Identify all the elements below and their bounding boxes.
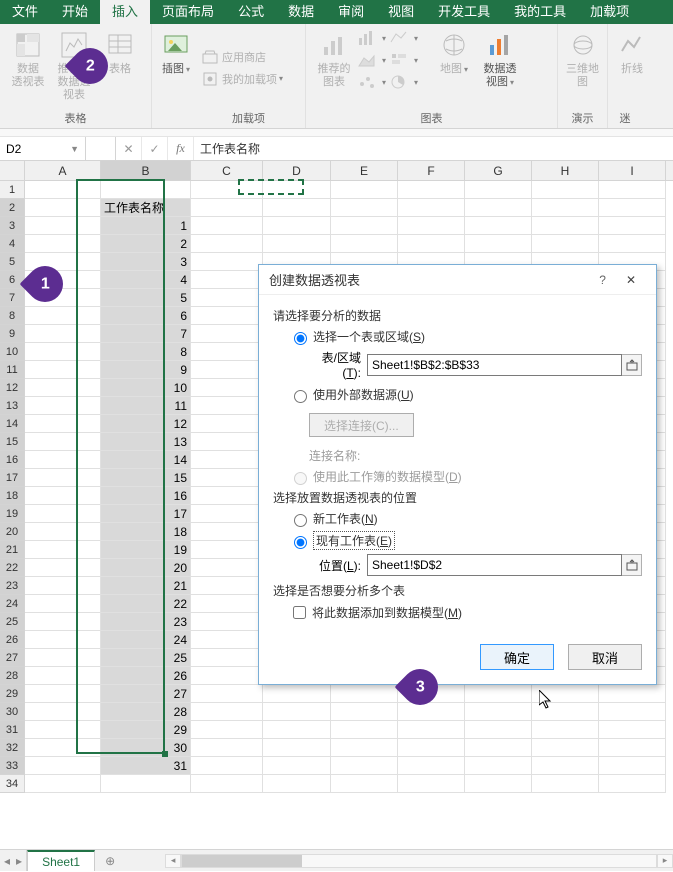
location-picker-icon[interactable]	[622, 554, 642, 576]
pivot-table-button[interactable]: 数据 透视表	[6, 27, 50, 108]
connection-name-label: 连接名称:	[309, 447, 642, 464]
radio-external[interactable]: 使用外部数据源(U)	[289, 386, 642, 403]
tab-addins[interactable]: 加载项	[578, 0, 641, 24]
3dmap-icon	[567, 29, 599, 61]
rec-chart-button[interactable]: 推荐的 图表	[312, 27, 356, 108]
illustrations-icon	[160, 29, 192, 61]
store-button[interactable]: 应用商店	[198, 46, 287, 68]
sheet-tab-bar: ◂▸ Sheet1 ⊕ ◂▸	[0, 849, 673, 871]
maps-icon	[438, 29, 470, 61]
cancel-formula-icon[interactable]: ✕	[116, 137, 142, 160]
tab-data[interactable]: 数据	[276, 0, 326, 24]
group-spark-label: 迷	[614, 108, 636, 128]
radio-datamodel: 使用此工作簿的数据模型(D)	[289, 468, 642, 485]
cancel-button[interactable]: 取消	[568, 644, 642, 670]
section-multi: 选择是否想要分析多个表	[273, 582, 642, 599]
pivotchart-icon	[484, 29, 516, 61]
tab-file[interactable]: 文件	[0, 0, 50, 24]
pivot-icon	[12, 29, 44, 61]
tab-review[interactable]: 审阅	[326, 0, 376, 24]
row-headers[interactable]: 1234567891011121314151617181920212223242…	[0, 181, 25, 793]
table-range-label: 表/区域(T):	[305, 349, 361, 380]
tab-developer[interactable]: 开发工具	[426, 0, 502, 24]
enter-formula-icon[interactable]: ✓	[142, 137, 168, 160]
location-input[interactable]: Sheet1!$D$2	[367, 554, 622, 576]
table-range-input[interactable]: Sheet1!$B$2:$B$33	[367, 354, 622, 376]
fx-icon[interactable]: fx	[168, 137, 194, 160]
ribbon-tabs: 文件 开始 插入 页面布局 公式 数据 审阅 视图 开发工具 我的工具 加载项	[0, 0, 673, 24]
choose-connection-button[interactable]: 选择连接(C)...	[309, 413, 414, 437]
selection-handle[interactable]	[162, 751, 168, 757]
maps-button[interactable]: 地图▾	[432, 27, 476, 108]
section-choose-data: 请选择要分析的数据	[273, 307, 642, 324]
group-charts-label: 图表	[312, 108, 551, 128]
pivotchart-button[interactable]: 数据透视图▾	[478, 27, 522, 108]
checkbox-add-to-model[interactable]: 将此数据添加到数据模型(M)	[289, 603, 642, 622]
sheet-tab[interactable]: Sheet1	[27, 850, 95, 871]
dialog-title: 创建数据透视表	[269, 270, 589, 289]
section-placement: 选择放置数据透视表的位置	[273, 489, 642, 506]
group-3d-label: 演示	[564, 108, 601, 128]
name-box[interactable]: D2▼	[0, 137, 86, 160]
formula-input[interactable]: 工作表名称	[194, 137, 673, 160]
select-all-corner[interactable]	[0, 161, 25, 181]
close-button[interactable]: ✕	[616, 273, 646, 287]
table-icon	[104, 29, 136, 61]
store-icon	[202, 49, 218, 65]
3dmap-button[interactable]: 三维地 图	[564, 27, 601, 108]
addins-icon	[202, 71, 218, 87]
tab-home[interactable]: 开始	[50, 0, 100, 24]
tab-layout[interactable]: 页面布局	[150, 0, 226, 24]
ok-button[interactable]: 确定	[480, 644, 554, 670]
myaddins-button[interactable]: 我的加载项▾	[198, 68, 287, 90]
rec-chart-icon	[318, 29, 350, 61]
tab-view[interactable]: 视图	[376, 0, 426, 24]
horizontal-scrollbar[interactable]: ◂▸	[165, 850, 673, 871]
group-addins-label: 加载项	[198, 108, 299, 128]
tab-formulas[interactable]: 公式	[226, 0, 276, 24]
radio-new-sheet[interactable]: 新工作表(N)	[289, 510, 642, 527]
sparkline-button[interactable]: 折线	[614, 27, 650, 108]
help-button[interactable]: ?	[589, 273, 616, 287]
tab-nav-buttons[interactable]: ◂▸	[0, 850, 27, 871]
tab-insert[interactable]: 插入	[100, 0, 150, 24]
group-tables-label: 表格	[6, 108, 145, 128]
radio-existing-sheet[interactable]: 现有工作表(E)	[289, 531, 642, 550]
column-headers[interactable]: ABCDEFGHI	[25, 161, 673, 181]
formula-bar: D2▼ ✕ ✓ fx 工作表名称	[0, 137, 673, 161]
sparkline-icon	[616, 29, 648, 61]
range-picker-icon[interactable]	[622, 354, 642, 376]
tab-mytools[interactable]: 我的工具	[502, 0, 578, 24]
location-label: 位置(L):	[305, 557, 361, 574]
create-pivot-dialog: 创建数据透视表 ? ✕ 请选择要分析的数据 选择一个表或区域(S) 表/区域(T…	[258, 264, 657, 685]
add-sheet-button[interactable]: ⊕	[95, 850, 125, 871]
radio-table-range[interactable]: 选择一个表或区域(S)	[289, 328, 642, 345]
illustrations-button[interactable]: 插图▾	[158, 27, 194, 124]
